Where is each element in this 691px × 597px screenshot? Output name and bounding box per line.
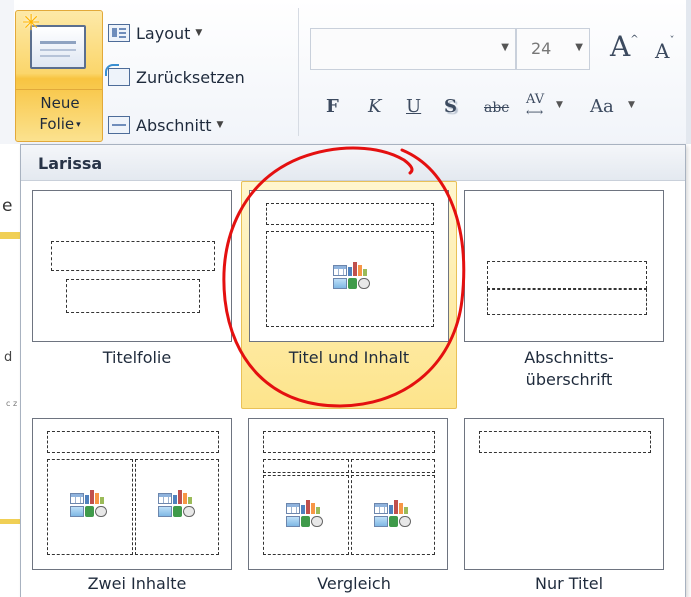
layout-label-line2: überschrift <box>525 370 613 389</box>
reset-button[interactable]: Zurücksetzen <box>105 64 288 90</box>
layout-thumbnail <box>248 418 448 570</box>
layout-label: Nur Titel <box>534 574 604 593</box>
content-placeholder-right <box>135 459 219 555</box>
layout-thumbnail <box>249 190 449 342</box>
layout-item-titelfolie[interactable]: Titelfolie <box>29 187 245 379</box>
italic-button[interactable]: K <box>368 96 381 117</box>
content-insert-icon <box>333 262 371 292</box>
layout-label: Titelfolie <box>102 348 172 367</box>
title-placeholder <box>266 203 434 225</box>
chevron-down-icon[interactable]: ▼ <box>628 100 635 110</box>
ribbon-edge <box>686 0 691 144</box>
text-placeholder <box>487 289 647 315</box>
shrink-font-glyph: A <box>655 39 670 63</box>
reset-label: Zurücksetzen <box>136 67 245 87</box>
change-case-button[interactable]: Aa <box>590 96 614 117</box>
double-arrow-icon: ⟷ <box>526 105 544 119</box>
chevron-down-icon[interactable]: ▼ <box>575 42 583 53</box>
content-insert-icon <box>158 490 196 520</box>
new-slide-split <box>16 89 102 90</box>
background-accent <box>0 519 22 524</box>
layout-item-nur-titel[interactable]: Nur Titel <box>461 415 677 597</box>
background-text: e <box>2 196 13 216</box>
layout-item-zwei-inhalte[interactable]: Zwei Inhalte <box>29 415 245 597</box>
bold-button[interactable]: F <box>326 96 339 117</box>
chevron-down-icon[interactable]: ▼ <box>556 100 563 110</box>
layout-icon <box>108 24 130 42</box>
content-insert-icon <box>286 500 324 530</box>
group-divider <box>298 8 299 136</box>
layout-item-abschnittsueberschrift[interactable]: Abschnitts- überschrift <box>461 187 677 397</box>
background-text: d <box>4 350 13 365</box>
layout-label: Zwei Inhalte <box>87 574 187 593</box>
content-placeholder-left <box>263 475 349 555</box>
grow-font-glyph: A <box>610 30 631 63</box>
content-insert-icon <box>374 500 412 530</box>
ribbon: ✳ Neue Folie ▾ Layout ▼ Zurücksetzen Absc… <box>0 0 691 144</box>
font-size-combobox[interactable]: 24 ▼ <box>516 28 590 70</box>
chevron-down-icon: ▾ <box>76 120 81 130</box>
caret-down-icon: ˇ <box>669 36 675 47</box>
title-placeholder <box>487 261 647 289</box>
title-placeholder <box>51 241 215 271</box>
shrink-font-button[interactable]: Aˇ <box>655 36 674 63</box>
heading-placeholder-left <box>263 459 349 473</box>
section-button[interactable]: Abschnitt ▼ <box>108 112 288 138</box>
layout-label-line1: Abschnitts- <box>524 348 614 367</box>
chevron-down-icon: ▼ <box>195 28 203 38</box>
grow-font-button[interactable]: A^ <box>610 30 639 63</box>
chevron-down-icon[interactable]: ▼ <box>501 42 509 53</box>
gallery-title: Larissa <box>38 154 103 173</box>
sparkle-icon: ✳ <box>22 11 41 36</box>
caret-up-icon: ^ <box>630 34 639 45</box>
layout-thumbnail <box>464 190 664 342</box>
font-name-combobox[interactable]: ▼ <box>310 28 516 70</box>
layout-button[interactable]: Layout ▼ <box>108 20 288 46</box>
new-slide-label-line1: Neue <box>40 94 80 112</box>
layout-thumbnail <box>464 418 664 570</box>
chevron-down-icon: ▼ <box>216 120 224 130</box>
background-accent <box>0 232 22 239</box>
background-text: c z <box>6 399 18 408</box>
section-icon <box>108 116 130 134</box>
content-placeholder-right <box>351 475 435 555</box>
heading-placeholder-right <box>351 459 435 473</box>
title-placeholder <box>47 431 219 453</box>
subtitle-placeholder <box>66 279 200 313</box>
font-size-value: 24 <box>531 39 552 58</box>
title-placeholder <box>479 431 651 453</box>
new-slide-button[interactable]: ✳ Neue Folie ▾ <box>15 10 103 142</box>
new-slide-label-line2: Folie <box>39 115 75 133</box>
underline-button[interactable]: U <box>406 96 421 117</box>
gallery-header: Larissa <box>21 145 685 181</box>
layout-thumbnail <box>32 190 232 342</box>
content-placeholder <box>266 231 434 327</box>
layout-item-titel-und-inhalt[interactable]: Titel und Inhalt <box>241 181 457 409</box>
character-spacing-button[interactable]: AV ⟷ <box>526 92 544 119</box>
content-insert-icon <box>70 490 108 520</box>
layout-label: Vergleich <box>317 574 391 593</box>
ribbon-edge <box>0 0 14 144</box>
layout-label: Layout <box>136 23 191 43</box>
new-slide-dropdown[interactable]: Folie ▾ <box>16 115 104 133</box>
layout-gallery: Larissa Titelfolie Titel und Inhalt Absc… <box>20 144 686 597</box>
strikethrough-button[interactable]: abc <box>484 100 509 116</box>
reset-icon <box>105 64 130 86</box>
layout-thumbnail <box>32 418 232 570</box>
section-label: Abschnitt <box>136 115 212 135</box>
content-placeholder-left <box>47 459 133 555</box>
text-shadow-button[interactable]: S <box>444 96 457 117</box>
title-placeholder <box>263 431 435 453</box>
layout-label: Titel und Inhalt <box>288 348 410 367</box>
layout-item-vergleich[interactable]: Vergleich <box>246 415 462 597</box>
